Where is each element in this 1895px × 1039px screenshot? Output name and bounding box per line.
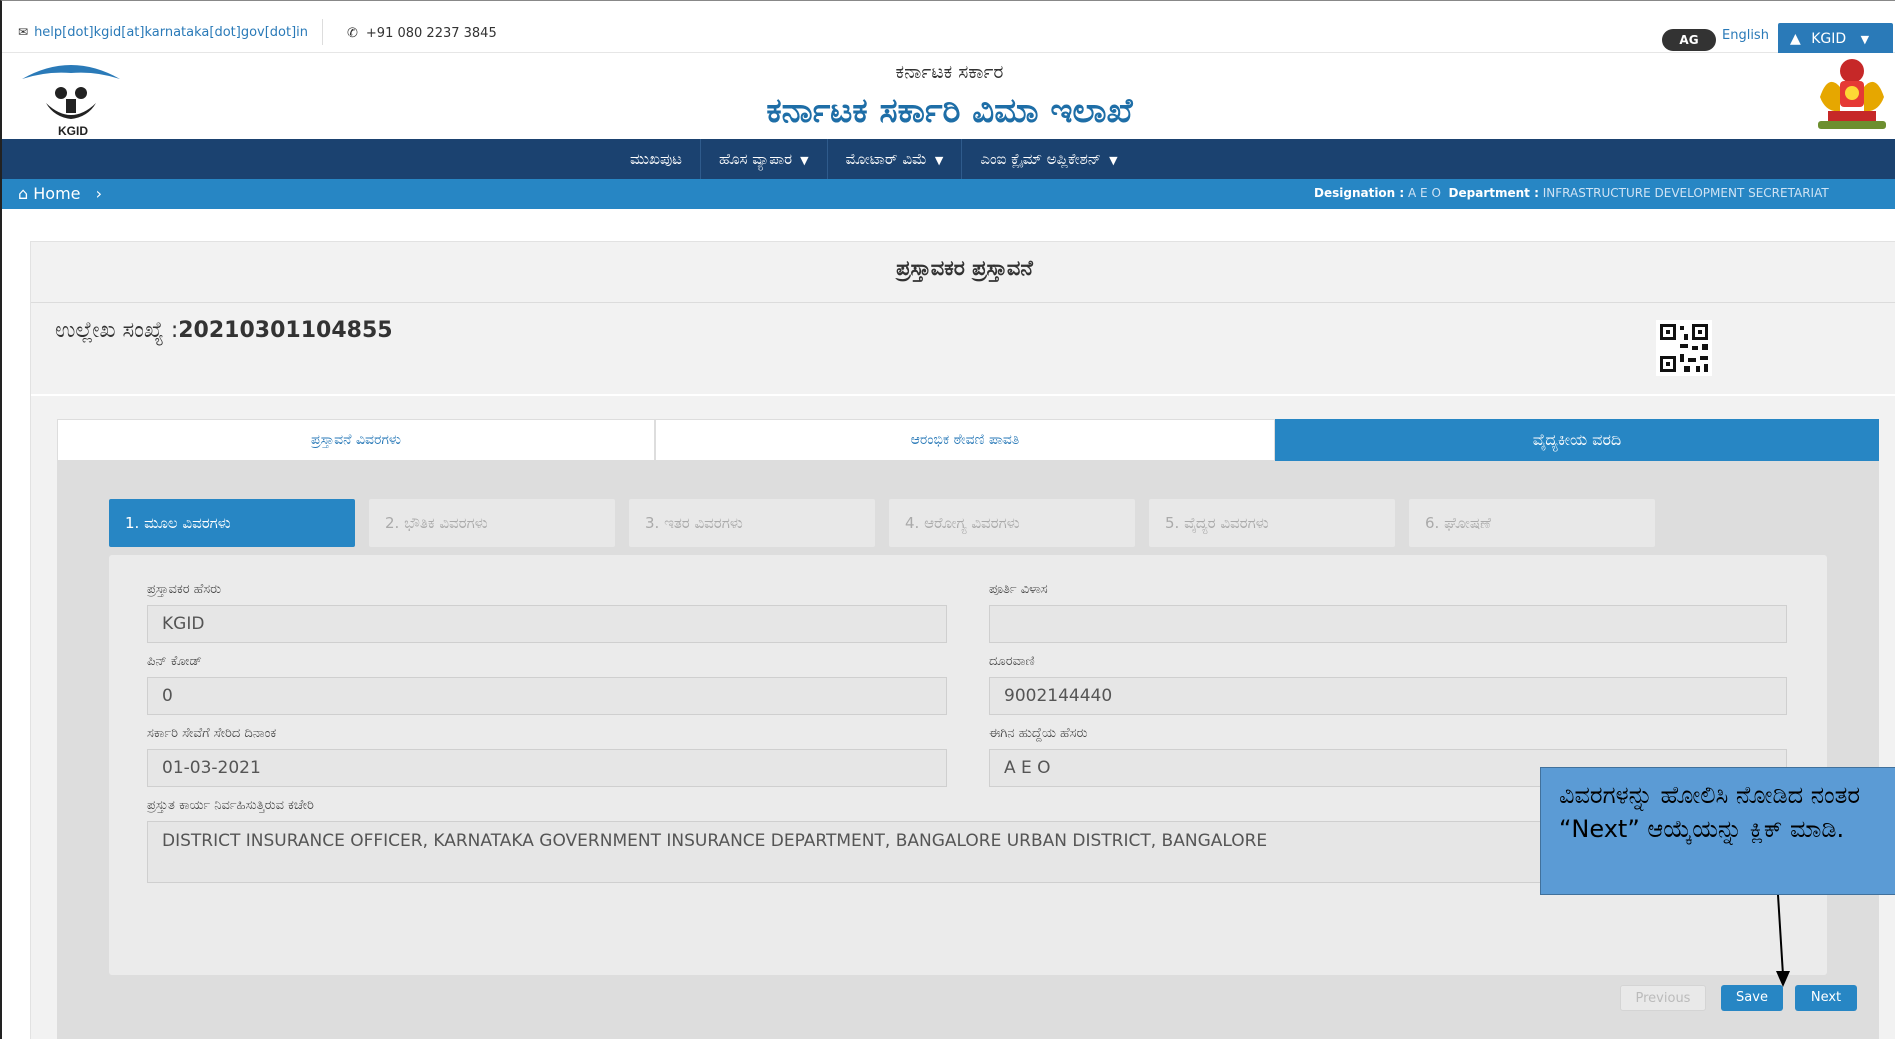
breadcrumb-bar: ⌂ Home › Designation : A E O Department … <box>2 179 1895 209</box>
step-other-details[interactable]: 3. ಇತರ ವಿವರಗಳು <box>629 499 875 547</box>
reference-number: ಉಲ್ಲೇಖ ಸಂಖ್ಯೆ :20210301104855 <box>55 318 393 343</box>
header-title: ಕರ್ನಾಟಕ ಸರ್ಕಾರಿ ವಿಮಾ ಇಲಾಖೆ <box>766 91 1133 131</box>
breadcrumb-home[interactable]: ⌂ Home › <box>18 184 102 203</box>
nav-item-motor-insurance[interactable]: ಮೋಟಾರ್ ವಿಮೆ ▼ <box>826 139 962 179</box>
contact-phone: ✆ +91 080 2237 3845 <box>347 26 497 41</box>
phone-label: ದೂರವಾಣಿ <box>989 654 1035 669</box>
page-frame: ✉ help[dot]kgid[at]karnataka[dot]gov[dot]… <box>0 0 1895 1039</box>
main-nav: ಮುಖಪುಟ ಹೊಸ ವ್ಯಾಪಾರ ▼ ಮೋಟಾರ್ ವಿಮೆ ▼ ಎಂಐ ಕ್ಲ… <box>2 139 1895 179</box>
full-address-field[interactable] <box>989 605 1787 643</box>
step-physical-details[interactable]: 2. ಭೌತಿಕ ವಿವರಗಳು <box>369 499 615 547</box>
phone-text: +91 080 2237 3845 <box>365 26 497 41</box>
basic-details-form: ಪ್ರಸ್ತಾವಕರ ಹೆಸರು KGID ಪೂರ್ತಿ ವಿಳಾಸ ಪಿನ್ … <box>109 555 1827 975</box>
caret-down-icon: ▼ <box>934 154 944 167</box>
pin-code-field[interactable]: 0 <box>147 677 947 715</box>
user-menu-button[interactable]: ▲ KGID ▼ <box>1778 23 1893 55</box>
user-name: KGID <box>1811 31 1847 47</box>
caret-down-icon: ▼ <box>1109 154 1118 167</box>
proposal-card: ಪ್ರಸ್ತಾವಕರ ಪ್ರಸ್ತಾವನೆ ಉಲ್ಲೇಖ ಸಂಖ್ಯೆ :202… <box>30 241 1895 1039</box>
chevron-down-icon: ▼ <box>1860 33 1870 46</box>
full-address-label: ಪೂರ್ತಿ ವಿಳಾಸ <box>989 582 1048 597</box>
next-button[interactable]: Next <box>1795 985 1857 1011</box>
qr-code-icon <box>1656 320 1712 376</box>
caret-down-icon: ▼ <box>800 154 809 167</box>
email-text: help[dot]kgid[at]karnataka[dot]gov[dot]i… <box>34 25 309 40</box>
page-title: ಪ್ರಸ್ತಾವಕರ ಪ್ರಸ್ತಾವನೆ <box>896 256 1033 280</box>
chevron-right-icon: › <box>95 184 102 203</box>
divider <box>322 19 323 45</box>
step-basic-details[interactable]: 1. ಮೂಲ ವಿವರಗಳು <box>109 499 355 547</box>
language-link[interactable]: English <box>1722 28 1769 43</box>
divider <box>31 302 1895 303</box>
phone-field[interactable]: 9002144440 <box>989 677 1787 715</box>
language-switch-icon[interactable]: AG <box>1662 29 1716 51</box>
site-header: KGID ಕರ್ನಾಟಕ ಸರ್ಕಾರ ಕರ್ನಾಟಕ ಸರ್ಕಾರಿ ವಿಮಾ… <box>2 53 1895 139</box>
previous-button[interactable]: Previous <box>1620 985 1706 1011</box>
office-label: ಪ್ರಸ್ತುತ ಕಾರ್ಯ ನಿರ್ವಹಿಸುತ್ತಿರುವ ಕಚೇರಿ <box>147 798 314 813</box>
home-icon: ⌂ <box>18 184 29 203</box>
phone-icon: ✆ <box>347 26 358 41</box>
save-button[interactable]: Save <box>1721 985 1783 1011</box>
step-health-details[interactable]: 4. ಆರೋಗ್ಯ ವಿವರಗಳು <box>889 499 1135 547</box>
tab-medical-report[interactable]: ವೈದ್ಯಕೀಯ ವರದಿ <box>1275 419 1879 461</box>
header-subtitle: ಕರ್ನಾಟಕ ಸರ್ಕಾರ <box>895 61 1004 83</box>
join-date-label: ಸರ್ಕಾರಿ ಸೇವೆಗೆ ಸೇರಿದ ದಿನಾಂಕ <box>147 726 277 741</box>
tab-proposal-details[interactable]: ಪ್ರಸ್ತಾವನೆ ವಿವರಗಳು <box>57 419 655 461</box>
proposer-name-label: ಪ್ರಸ್ತಾವಕರ ಹೆಸರು <box>147 582 222 597</box>
proposer-name-field[interactable]: KGID <box>147 605 947 643</box>
proposal-tabs: ಪ್ರಸ್ತಾವನೆ ವಿವರಗಳು ಆರಂಭಿಕ ಠೇವಣಿ ಪಾವತಿ ವೈ… <box>57 419 1879 461</box>
user-icon: ▲ <box>1790 31 1801 47</box>
nav-item-mi-claim[interactable]: ಎಂಐ ಕ್ಲೈಮ್ ಅಪ್ಲಿಕೇಶನ್ ▼ <box>961 139 1135 179</box>
tab-content: 1. ಮೂಲ ವಿವರಗಳು 2. ಭೌತಿಕ ವಿವರಗಳು 3. ಇತರ ವ… <box>57 461 1879 1039</box>
step-declaration[interactable]: 6. ಘೋಷಣೆ <box>1409 499 1655 547</box>
contact-email[interactable]: ✉ help[dot]kgid[at]karnataka[dot]gov[dot]… <box>18 25 308 40</box>
state-emblem <box>1818 59 1886 129</box>
tab-initial-deposit[interactable]: ಆರಂಭಿಕ ಠೇವಣಿ ಪಾವತಿ <box>655 419 1275 461</box>
step-wizard: 1. ಮೂಲ ವಿವರಗಳು 2. ಭೌತಿಕ ವಿವರಗಳು 3. ಇತರ ವ… <box>109 499 1669 547</box>
pin-code-label: ಪಿನ್ ಕೋಡ್ <box>147 654 202 669</box>
nav-item-home[interactable]: ಮುಖಪುಟ <box>612 139 700 179</box>
top-bar: ✉ help[dot]kgid[at]karnataka[dot]gov[dot]… <box>2 1 1895 55</box>
arrow-down-icon <box>1776 895 1790 987</box>
nav-item-new-business[interactable]: ಹೊಸ ವ್ಯಾಪಾರ ▼ <box>699 139 827 179</box>
join-date-field[interactable]: 01-03-2021 <box>147 749 947 787</box>
instruction-callout: ವಿವರಗಳನ್ನು ಹೋಲಿಸಿ ನೋಡಿದ ನಂತರ “Next” ಆಯ್ಕ… <box>1540 767 1895 895</box>
step-doctor-details[interactable]: 5. ವೈದ್ಯರ ವಿವರಗಳು <box>1149 499 1395 547</box>
designation-label: ಈಗಿನ ಹುದ್ದೆಯ ಹೆಸರು <box>989 726 1088 741</box>
user-designation-info: Designation : A E O Department : INFRAST… <box>1314 186 1829 200</box>
envelope-icon: ✉ <box>18 25 29 39</box>
